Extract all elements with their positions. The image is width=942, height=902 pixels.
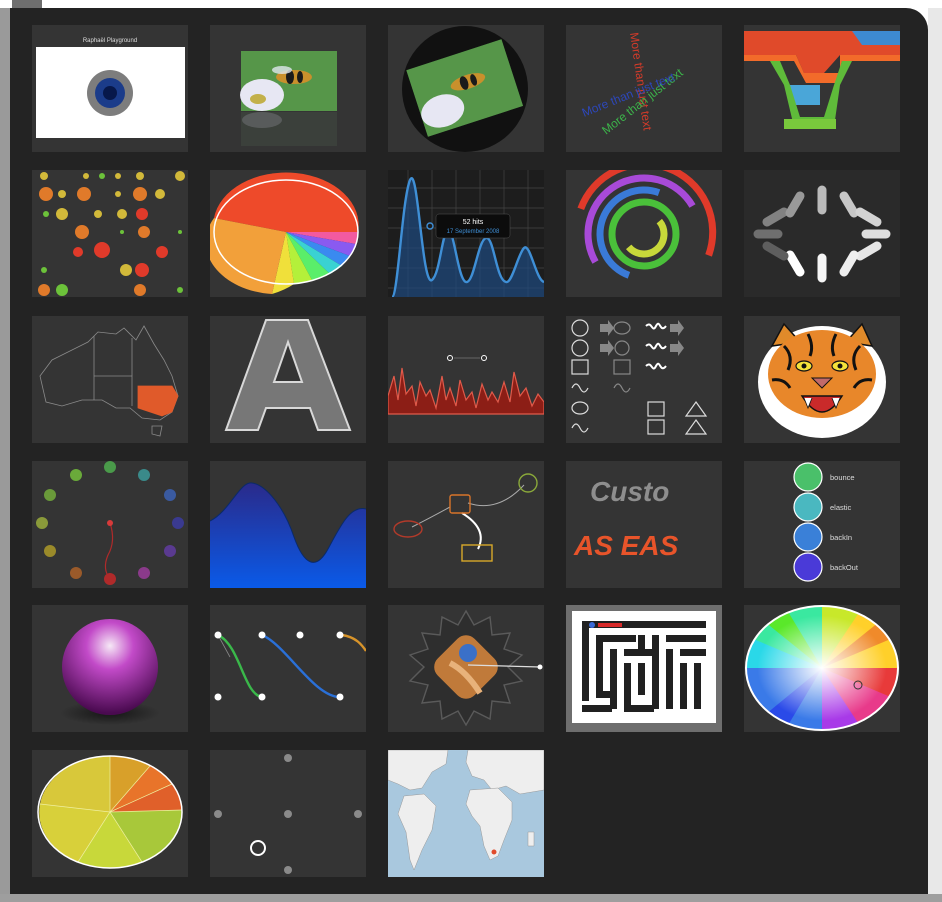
demo-tile-text-rotation[interactable]: More than just text More than just text … bbox=[566, 25, 722, 152]
demo-tile-spinner[interactable] bbox=[744, 170, 900, 297]
left-bar bbox=[0, 8, 10, 896]
demo-tile-color-wheel-dots[interactable] bbox=[32, 461, 188, 588]
demo-tile-letter-a[interactable] bbox=[210, 316, 366, 443]
demo-tile-pie-yellow[interactable] bbox=[32, 750, 188, 877]
demo-tile-stacked-streams[interactable] bbox=[744, 25, 900, 152]
demo-tile-bezier-curves[interactable] bbox=[210, 605, 366, 732]
demo-tile-tiger[interactable] bbox=[744, 316, 900, 443]
demo-tile-pie-chart[interactable] bbox=[210, 170, 366, 297]
demo-tile-world-map[interactable] bbox=[388, 750, 544, 877]
demo-tile-line-graph[interactable]: 52 hits 17 September 2008 bbox=[388, 170, 544, 297]
easing-label-backout: backOut bbox=[830, 563, 859, 572]
demo-tile-image-reflection[interactable] bbox=[210, 25, 366, 152]
demo-tile-area-chart[interactable] bbox=[388, 316, 544, 443]
easing-option-bounce[interactable] bbox=[793, 462, 823, 492]
demo-tile-glossy-sphere[interactable] bbox=[32, 605, 188, 732]
graph-tooltip-date: 17 September 2008 bbox=[447, 229, 500, 235]
easing-option-backout[interactable] bbox=[793, 552, 823, 582]
easing-label-elastic: elastic bbox=[830, 503, 852, 512]
demo-tile-dots-circle[interactable] bbox=[210, 750, 366, 877]
demo-tile-wave-area[interactable] bbox=[210, 461, 366, 588]
demo-tile-custom-font[interactable]: Custo AS EAS bbox=[566, 461, 722, 588]
bottom-scrollbar[interactable] bbox=[0, 894, 942, 902]
easing-label-bounce: bounce bbox=[830, 473, 855, 482]
demo-tile-color-picker[interactable] bbox=[744, 605, 900, 732]
demo-tile-graph-nodes[interactable] bbox=[388, 461, 544, 588]
demo-tile-maze[interactable] bbox=[566, 605, 722, 732]
playground-caption: Raphaël Playground bbox=[83, 38, 137, 44]
easing-option-backin[interactable] bbox=[793, 522, 823, 552]
demo-tile-gear-knob[interactable] bbox=[388, 605, 544, 732]
custom-text-line2: AS EAS bbox=[573, 530, 679, 561]
custom-text-line1: Custo bbox=[590, 476, 669, 507]
gallery-panel: Raphaël Playground More than just text M… bbox=[10, 8, 928, 894]
tab-edge bbox=[12, 0, 42, 8]
easing-label-backin: backIn bbox=[830, 533, 852, 542]
demo-tile-rotated-image[interactable] bbox=[388, 25, 544, 152]
graph-tooltip-value: 52 hits bbox=[463, 219, 484, 226]
demo-tile-australia-map[interactable] bbox=[32, 316, 188, 443]
demo-tile-easing[interactable]: bounce elastic backIn backOut bbox=[744, 461, 900, 588]
top-strip bbox=[0, 0, 942, 8]
demo-tile-shapes-grid[interactable] bbox=[566, 316, 722, 443]
demo-tile-polar-clock[interactable] bbox=[566, 170, 722, 297]
right-edge bbox=[928, 8, 942, 896]
demo-tile-playground[interactable]: Raphaël Playground bbox=[32, 25, 188, 152]
easing-option-elastic[interactable] bbox=[793, 492, 823, 522]
demo-tile-dot-matrix[interactable] bbox=[32, 170, 188, 297]
